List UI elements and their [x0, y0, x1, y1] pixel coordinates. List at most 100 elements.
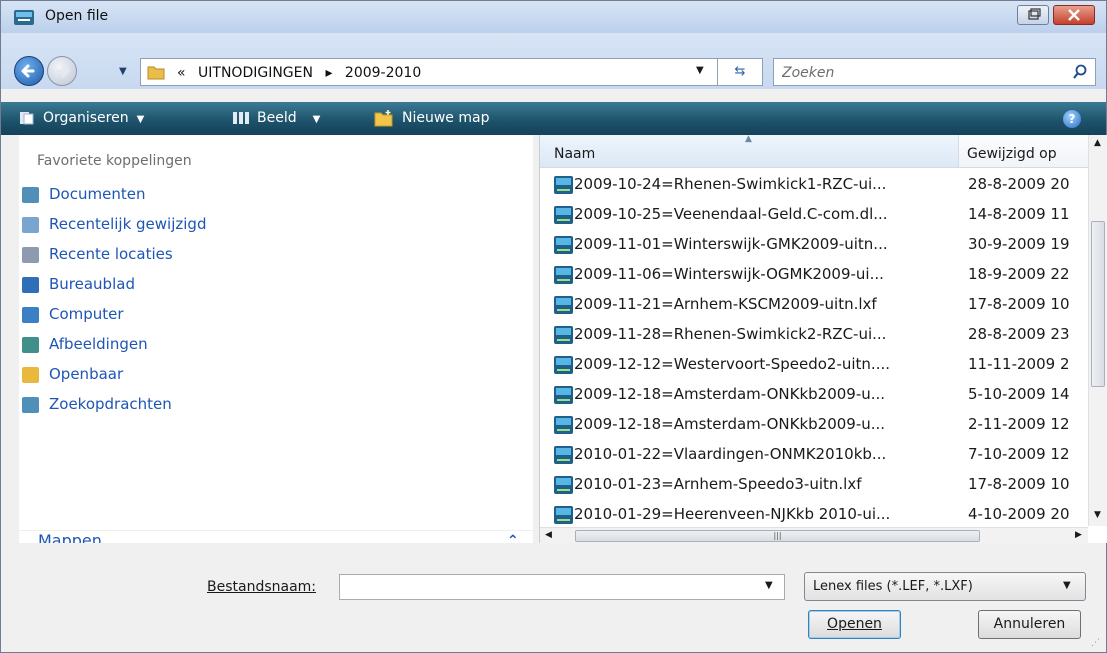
forward-arrow-icon [56, 64, 70, 78]
file-name: 2009-11-01=Winterswijk-GMK2009-uitn... [574, 235, 888, 253]
file-modified: 28-8-2009 23 [968, 325, 1070, 343]
filename-dropdown-icon[interactable]: ▼ [765, 580, 773, 591]
organize-menu[interactable]: Organiseren ▼ [19, 102, 144, 135]
file-row[interactable]: 2009-10-25=Veenendaal-Geld.C-com.dl... 14… [554, 203, 1094, 227]
favorite-link-recentelijk-gewijzigd[interactable]: Recentelijk gewijzigd [19, 213, 519, 237]
open-button[interactable]: Openen [808, 610, 901, 639]
file-row[interactable]: 2009-11-28=Rhenen-Swimkick2-RZC-ui... 28-… [554, 323, 1094, 347]
resize-grip-icon[interactable]: ⋰ [1091, 638, 1100, 648]
scroll-right-icon[interactable]: ▶ [1075, 530, 1082, 540]
lenex-file-icon [554, 296, 573, 314]
lenex-file-icon [554, 416, 573, 434]
file-name: 2009-10-24=Rhenen-Swimkick1-RZC-ui... [574, 175, 887, 193]
column-header-modified-label: Gewijzigd op [967, 146, 1057, 162]
column-header-name-label: Naam [554, 146, 596, 162]
file-row[interactable]: 2009-12-12=Westervoort-Speedo2-uitn.... 1… [554, 353, 1094, 377]
favorite-link-recente-locaties[interactable]: Recente locaties [19, 243, 519, 267]
file-name: 2009-11-21=Arnhem-KSCM2009-uitn.lxf [574, 295, 877, 313]
column-header-row: ▲ Naam Gewijzigd op [540, 134, 1088, 168]
computer-icon [22, 307, 39, 323]
open-file-dialog: Open file ▼ « UITNODIGINGEN ▸ 2009-2010 … [0, 0, 1107, 653]
chevron-down-icon: ▼ [136, 114, 145, 125]
filename-combobox[interactable]: ▼ [339, 574, 785, 600]
scroll-down-icon[interactable]: ▼ [1094, 510, 1101, 520]
forward-button[interactable] [47, 56, 77, 86]
sort-ascending-icon: ▲ [745, 134, 752, 144]
lenex-file-icon [554, 446, 573, 464]
file-row[interactable]: 2010-01-29=Heerenveen-NJKkb 2010-ui... 4-… [554, 503, 1094, 527]
favorite-link-bureaublad[interactable]: Bureaublad [19, 273, 519, 297]
breadcrumb-item-uitnodigingen[interactable]: UITNODIGINGEN [198, 65, 313, 81]
lenex-file-icon [554, 356, 573, 374]
favorite-link-label: Recente locaties [49, 245, 173, 263]
close-button[interactable] [1053, 5, 1095, 25]
folder-icon [147, 66, 165, 80]
column-header-name[interactable]: ▲ Naam [540, 134, 959, 167]
view-icon [233, 112, 249, 124]
restore-button[interactable] [1017, 5, 1049, 25]
file-modified: 17-8-2009 10 [968, 475, 1070, 493]
view-menu[interactable]: Beeld ▼ [233, 102, 320, 135]
favorite-link-label: Openbaar [49, 365, 124, 383]
file-row[interactable]: 2009-11-21=Arnhem-KSCM2009-uitn.lxf 17-8-… [554, 293, 1094, 317]
search-icon[interactable] [1072, 64, 1088, 80]
lenex-file-icon [554, 266, 573, 284]
title-bar: Open file [1, 1, 1106, 33]
file-list: ▲ Naam Gewijzigd op 2009-10-24=Rhenen-Sw… [539, 134, 1107, 584]
breadcrumb-separator[interactable]: ▸ [325, 65, 332, 81]
file-row[interactable]: 2009-12-18=Amsterdam-ONKkb2009-u... 5-10-… [554, 383, 1094, 407]
desktop-icon [22, 277, 39, 293]
favorite-link-afbeeldingen[interactable]: Afbeeldingen [19, 333, 519, 357]
file-name: 2009-11-06=Winterswijk-OGMK2009-ui... [574, 265, 884, 283]
column-header-modified[interactable]: Gewijzigd op [959, 135, 1088, 167]
file-name: 2010-01-23=Arnhem-Speedo3-uitn.lxf [574, 475, 862, 493]
lenex-file-icon [554, 386, 573, 404]
breadcrumb-item-2009-2010[interactable]: 2009-2010 [345, 65, 421, 81]
new-folder-label: Nieuwe map [402, 110, 490, 126]
searches-icon [22, 397, 39, 413]
file-row[interactable]: 2010-01-23=Arnhem-Speedo3-uitn.lxf 17-8-2… [554, 473, 1094, 497]
pictures-icon [22, 337, 39, 353]
file-modified: 7-10-2009 12 [968, 445, 1070, 463]
refresh-button[interactable]: ⇆ [717, 58, 763, 86]
scroll-up-icon[interactable]: ▲ [1094, 138, 1101, 148]
favorite-link-openbaar[interactable]: Openbaar [19, 363, 519, 387]
back-button[interactable] [14, 56, 44, 86]
file-name: 2009-10-25=Veenendaal-Geld.C-com.dl... [574, 205, 888, 223]
file-modified: 17-8-2009 10 [968, 295, 1070, 313]
file-row[interactable]: 2009-12-18=Amsterdam-ONKkb2009-u... 2-11-… [554, 413, 1094, 437]
horizontal-scroll-thumb[interactable]: ||| [575, 530, 980, 542]
file-row[interactable]: 2009-10-24=Rhenen-Swimkick1-RZC-ui... 28-… [554, 173, 1094, 197]
file-type-select[interactable]: Lenex files (*.LEF, *.LXF) ▼ [804, 572, 1086, 601]
favorite-link-label: Computer [49, 305, 124, 323]
address-bar[interactable]: « UITNODIGINGEN ▸ 2009-2010 ▼ [140, 58, 736, 86]
organize-icon [20, 112, 34, 125]
file-row[interactable]: 2010-01-22=Vlaardingen-ONMK2010kb... 7-10… [554, 443, 1094, 467]
search-input[interactable] [780, 63, 1054, 83]
file-modified: 28-8-2009 20 [968, 175, 1070, 193]
chevron-down-icon: ▼ [312, 114, 321, 125]
file-modified: 14-8-2009 11 [968, 205, 1070, 223]
new-folder-button[interactable]: Nieuwe map [374, 102, 489, 135]
help-icon[interactable]: ? [1063, 110, 1081, 128]
favorite-link-documenten[interactable]: Documenten [19, 183, 519, 207]
search-box[interactable] [773, 58, 1096, 86]
cancel-button[interactable]: Annuleren [978, 610, 1081, 639]
file-name: 2009-12-18=Amsterdam-ONKkb2009-u... [574, 415, 886, 433]
breadcrumb-overflow[interactable]: « [177, 65, 186, 81]
file-row[interactable]: 2009-11-01=Winterswijk-GMK2009-uitn... 30… [554, 233, 1094, 257]
history-dropdown-icon[interactable]: ▼ [119, 66, 127, 77]
scroll-left-icon[interactable]: ◀ [545, 530, 552, 540]
file-name: 2010-01-29=Heerenveen-NJKkb 2010-ui... [574, 505, 891, 523]
filename-label-text: Bestandsnaam: [207, 579, 317, 595]
horizontal-scrollbar[interactable]: ◀ ||| ▶ [540, 527, 1088, 544]
vertical-scroll-thumb[interactable] [1091, 221, 1105, 387]
file-row[interactable]: 2009-11-06=Winterswijk-OGMK2009-ui... 18-… [554, 263, 1094, 287]
favorite-link-zoekopdrachten[interactable]: Zoekopdrachten [19, 393, 519, 417]
restore-icon [1028, 8, 1041, 20]
lenex-file-icon [554, 476, 573, 494]
command-toolbar: Organiseren ▼ Beeld ▼ Nieuwe map ? [1, 102, 1106, 135]
vertical-scrollbar[interactable]: ▲ ▼ [1088, 135, 1107, 526]
favorite-link-computer[interactable]: Computer [19, 303, 519, 327]
address-dropdown-icon[interactable]: ▼ [696, 65, 704, 76]
